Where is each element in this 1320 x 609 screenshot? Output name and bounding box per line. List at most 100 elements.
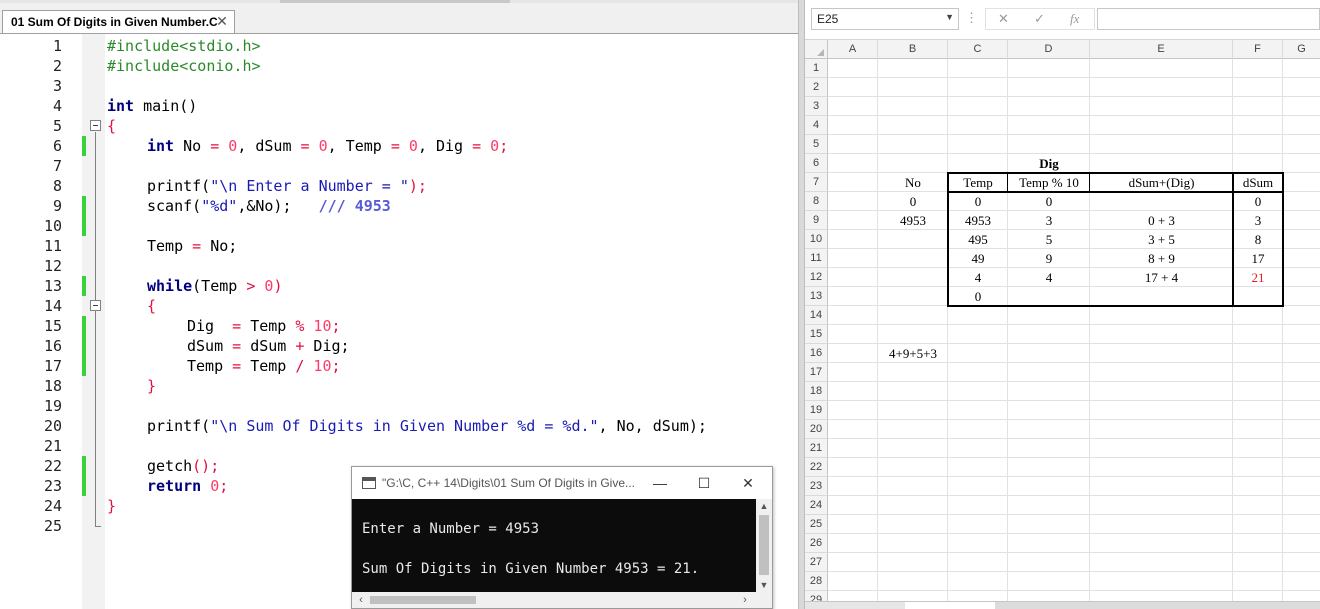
row-header[interactable]: 26: [805, 534, 828, 553]
row-header[interactable]: 8: [805, 192, 828, 211]
row-header[interactable]: 14: [805, 306, 828, 325]
cell-F10[interactable]: 8: [1233, 230, 1283, 249]
row-header[interactable]: 15: [805, 325, 828, 344]
horizontal-scrollbar[interactable]: [995, 602, 1320, 609]
minimize-icon[interactable]: —: [650, 473, 670, 493]
console-output-line: Sum Of Digits in Given Number 4953 = 21.: [362, 561, 700, 577]
cell-D11[interactable]: 9: [1008, 249, 1090, 268]
row-header[interactable]: 1: [805, 59, 828, 78]
insert-function-icon[interactable]: fx: [1070, 11, 1079, 27]
cell-B9[interactable]: 4953: [878, 211, 948, 230]
row-header[interactable]: 3: [805, 97, 828, 116]
row-header[interactable]: 17: [805, 363, 828, 382]
cell-grid[interactable]: 1 2 3 4 5 6 7 8 9 10 11 12 13 14 15 16 1…: [805, 59, 1320, 609]
cell-C9[interactable]: 4953: [948, 211, 1008, 230]
console-vertical-scrollbar[interactable]: ▲ ▼: [756, 499, 772, 592]
name-box[interactable]: E25 ▼: [811, 8, 959, 30]
row-header[interactable]: 4: [805, 116, 828, 135]
row-header[interactable]: 12: [805, 268, 828, 287]
row-header[interactable]: 11: [805, 249, 828, 268]
chevron-down-icon[interactable]: ▼: [945, 12, 954, 22]
cell-C13[interactable]: 0: [948, 287, 1008, 306]
column-header[interactable]: D: [1008, 40, 1090, 59]
maximize-icon[interactable]: ☐: [694, 473, 714, 493]
scroll-right-icon[interactable]: ›: [738, 592, 752, 608]
scroll-down-icon[interactable]: ▼: [756, 578, 772, 592]
column-header[interactable]: B: [878, 40, 948, 59]
cell-C7[interactable]: Temp: [948, 173, 1008, 192]
column-header[interactable]: E: [1090, 40, 1233, 59]
close-icon[interactable]: ✕: [738, 473, 758, 493]
cell-B7[interactable]: No: [878, 173, 948, 192]
row-header[interactable]: 5: [805, 135, 828, 154]
cell-D7[interactable]: Temp % 10: [1008, 173, 1090, 192]
cell-C10[interactable]: 495: [948, 230, 1008, 249]
row-header[interactable]: 20: [805, 420, 828, 439]
spreadsheet[interactable]: E25 ▼ ⋮ ✕ ✓ fx A B C D E F G 1 2 3 4 5 6: [805, 0, 1320, 609]
formula-input[interactable]: [1097, 8, 1320, 30]
row-header[interactable]: 19: [805, 401, 828, 420]
cell-D12[interactable]: 4: [1008, 268, 1090, 287]
line-number: 2: [52, 57, 62, 75]
pane-splitter[interactable]: [798, 0, 805, 609]
scroll-thumb[interactable]: [759, 515, 769, 575]
scroll-thumb[interactable]: [370, 596, 476, 604]
cell-F9[interactable]: 3: [1233, 211, 1283, 230]
row-header[interactable]: 7: [805, 173, 828, 192]
column-header[interactable]: C: [948, 40, 1008, 59]
enter-icon[interactable]: ✓: [1034, 11, 1045, 27]
row-header[interactable]: 27: [805, 553, 828, 572]
editor-tab[interactable]: 01 Sum Of Digits in Given Number.C ✕: [2, 10, 235, 34]
cell-C12[interactable]: 4: [948, 268, 1008, 287]
cell-F12-result[interactable]: 21: [1233, 268, 1283, 287]
sheet-tab[interactable]: [905, 602, 995, 609]
cell-D6[interactable]: Dig: [1008, 154, 1090, 173]
code-line: while(Temp > 0): [147, 277, 283, 295]
row-header[interactable]: 9: [805, 211, 828, 230]
row-header[interactable]: 10: [805, 230, 828, 249]
grid-line: [1007, 59, 1008, 609]
cell-B16[interactable]: 4+9+5+3: [878, 344, 948, 363]
scroll-up-icon[interactable]: ▲: [756, 499, 772, 513]
row-header[interactable]: 24: [805, 496, 828, 515]
cell-E11[interactable]: 8 + 9: [1090, 249, 1233, 268]
fold-toggle-while[interactable]: [90, 300, 101, 311]
row-header[interactable]: 16: [805, 344, 828, 363]
column-header[interactable]: F: [1233, 40, 1283, 59]
column-header[interactable]: A: [828, 40, 878, 59]
cell-F8[interactable]: 0: [1233, 192, 1283, 211]
row-header[interactable]: 21: [805, 439, 828, 458]
cancel-icon[interactable]: ✕: [998, 11, 1009, 27]
cell-C11[interactable]: 49: [948, 249, 1008, 268]
row-header[interactable]: 6: [805, 154, 828, 173]
column-header[interactable]: G: [1283, 40, 1320, 59]
cell-F7[interactable]: dSum: [1233, 173, 1283, 192]
cell-D9[interactable]: 3: [1008, 211, 1090, 230]
cell-E10[interactable]: 3 + 5: [1090, 230, 1233, 249]
cell-B8[interactable]: 0: [878, 192, 948, 211]
row-header[interactable]: 23: [805, 477, 828, 496]
fold-toggle-main[interactable]: [90, 120, 101, 131]
scroll-left-icon[interactable]: ‹: [354, 592, 368, 608]
cell-C8[interactable]: 0: [948, 192, 1008, 211]
grid-line: [828, 476, 1320, 477]
row-header[interactable]: 13: [805, 287, 828, 306]
console-title-bar[interactable]: "G:\C, C++ 14\Digits\01 Sum Of Digits in…: [352, 467, 772, 499]
select-all-corner[interactable]: [805, 40, 828, 59]
cell-E9[interactable]: 0 + 3: [1090, 211, 1233, 230]
console-window[interactable]: "G:\C, C++ 14\Digits\01 Sum Of Digits in…: [351, 466, 773, 609]
cell-F11[interactable]: 17: [1233, 249, 1283, 268]
cell-D10[interactable]: 5: [1008, 230, 1090, 249]
cell-E12[interactable]: 17 + 4: [1090, 268, 1233, 287]
row-header[interactable]: 25: [805, 515, 828, 534]
grid-line: [828, 96, 1320, 97]
tab-close-icon[interactable]: ✕: [215, 14, 229, 28]
cell-D8[interactable]: 0: [1008, 192, 1090, 211]
row-header[interactable]: 2: [805, 78, 828, 97]
row-header[interactable]: 22: [805, 458, 828, 477]
console-output[interactable]: Enter a Number = 4953 Sum Of Digits in G…: [352, 499, 756, 592]
row-header[interactable]: 18: [805, 382, 828, 401]
row-header[interactable]: 28: [805, 572, 828, 591]
cell-E7[interactable]: dSum+(Dig): [1090, 173, 1233, 192]
console-horizontal-scrollbar[interactable]: ‹ ›: [352, 592, 772, 608]
